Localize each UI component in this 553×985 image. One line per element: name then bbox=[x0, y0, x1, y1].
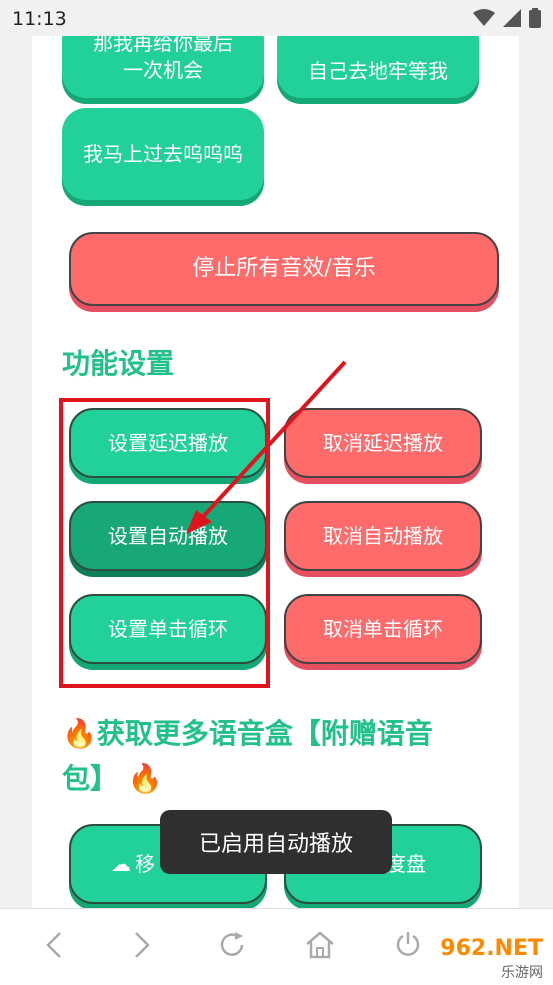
power-icon[interactable] bbox=[388, 925, 428, 965]
refresh-icon[interactable] bbox=[212, 925, 252, 965]
home-icon[interactable] bbox=[300, 925, 340, 965]
watermark-subtext: 乐游网 bbox=[501, 965, 543, 981]
forward-icon[interactable] bbox=[122, 925, 162, 965]
toast-message: 已启用自动播放 bbox=[160, 810, 392, 874]
watermark-brand: 962.NET bbox=[440, 936, 543, 961]
watermark-logo: 962.NET 乐游网 bbox=[423, 936, 543, 981]
back-icon[interactable] bbox=[34, 925, 74, 965]
